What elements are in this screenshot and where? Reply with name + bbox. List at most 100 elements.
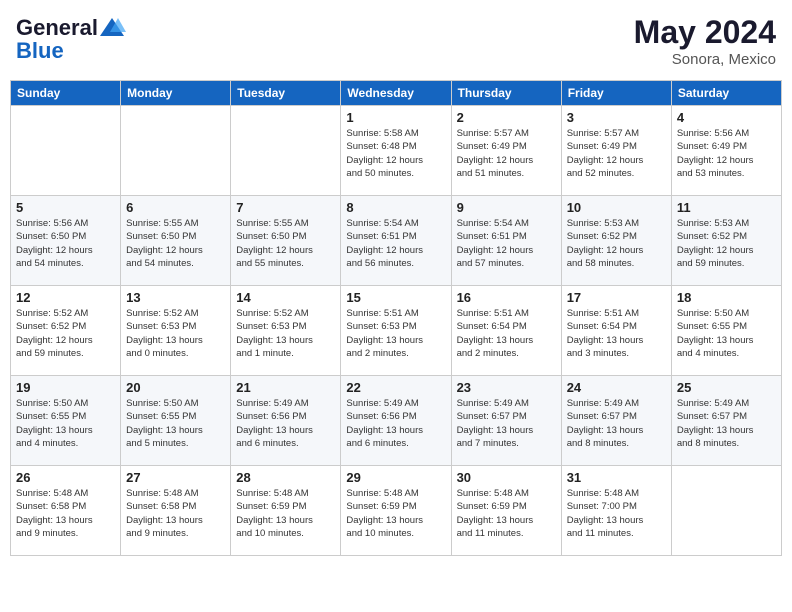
day-number: 3 [567, 110, 666, 125]
col-header-friday: Friday [561, 81, 671, 106]
calendar-cell [231, 106, 341, 196]
day-number: 19 [16, 380, 115, 395]
logo-icon [98, 14, 126, 42]
day-number: 31 [567, 470, 666, 485]
calendar-cell: 17 Sunrise: 5:51 AM Sunset: 6:54 PM Dayli… [561, 286, 671, 376]
calendar-cell: 16 Sunrise: 5:51 AM Sunset: 6:54 PM Dayli… [451, 286, 561, 376]
calendar-cell: 11 Sunrise: 5:53 AM Sunset: 6:52 PM Dayli… [671, 196, 781, 286]
calendar-cell: 30Sunrise: 5:48 AM Sunset: 6:59 PM Dayli… [451, 466, 561, 556]
day-info: Sunrise: 5:52 AM Sunset: 6:52 PM Dayligh… [16, 307, 115, 360]
calendar-cell: 13 Sunrise: 5:52 AM Sunset: 6:53 PM Dayli… [121, 286, 231, 376]
day-info: Sunrise: 5:48 AM Sunset: 6:59 PM Dayligh… [457, 487, 556, 540]
calendar-cell: 21Sunrise: 5:49 AM Sunset: 6:56 PM Dayli… [231, 376, 341, 466]
calendar-cell: 19 Sunrise: 5:50 AM Sunset: 6:55 PM Dayli… [11, 376, 121, 466]
day-info: Sunrise: 5:49 AM Sunset: 6:57 PM Dayligh… [677, 397, 776, 450]
day-info: Sunrise: 5:52 AM Sunset: 6:53 PM Dayligh… [236, 307, 335, 360]
day-number: 12 [16, 290, 115, 305]
page-header: General Blue May 2024 Sonora, Mexico [10, 10, 782, 72]
day-info: Sunrise: 5:50 AM Sunset: 6:55 PM Dayligh… [16, 397, 115, 450]
day-info: Sunrise: 5:48 AM Sunset: 6:59 PM Dayligh… [346, 487, 445, 540]
day-number: 11 [677, 200, 776, 215]
calendar-cell: 7 Sunrise: 5:55 AM Sunset: 6:50 PM Daylig… [231, 196, 341, 286]
day-info: Sunrise: 5:57 AM Sunset: 6:49 PM Dayligh… [457, 127, 556, 180]
col-header-wednesday: Wednesday [341, 81, 451, 106]
calendar-cell: 12 Sunrise: 5:52 AM Sunset: 6:52 PM Dayli… [11, 286, 121, 376]
calendar-cell: 18Sunrise: 5:50 AM Sunset: 6:55 PM Dayli… [671, 286, 781, 376]
day-info: Sunrise: 5:54 AM Sunset: 6:51 PM Dayligh… [346, 217, 445, 270]
day-number: 6 [126, 200, 225, 215]
day-number: 5 [16, 200, 115, 215]
calendar-cell: 9Sunrise: 5:54 AM Sunset: 6:51 PM Daylig… [451, 196, 561, 286]
calendar-cell: 15 Sunrise: 5:51 AM Sunset: 6:53 PM Dayli… [341, 286, 451, 376]
day-number: 15 [346, 290, 445, 305]
day-info: Sunrise: 5:58 AM Sunset: 6:48 PM Dayligh… [346, 127, 445, 180]
calendar-cell [671, 466, 781, 556]
day-info: Sunrise: 5:55 AM Sunset: 6:50 PM Dayligh… [126, 217, 225, 270]
calendar-cell: 6 Sunrise: 5:55 AM Sunset: 6:50 PM Daylig… [121, 196, 231, 286]
day-info: Sunrise: 5:55 AM Sunset: 6:50 PM Dayligh… [236, 217, 335, 270]
day-info: Sunrise: 5:49 AM Sunset: 6:56 PM Dayligh… [236, 397, 335, 450]
day-number: 28 [236, 470, 335, 485]
calendar-cell: 10 Sunrise: 5:53 AM Sunset: 6:52 PM Dayli… [561, 196, 671, 286]
col-header-saturday: Saturday [671, 81, 781, 106]
calendar-cell: 14 Sunrise: 5:52 AM Sunset: 6:53 PM Dayli… [231, 286, 341, 376]
title-block: May 2024 Sonora, Mexico [634, 14, 776, 68]
calendar-week-row: 1 Sunrise: 5:58 AM Sunset: 6:48 PM Daylig… [11, 106, 782, 196]
day-info: Sunrise: 5:57 AM Sunset: 6:49 PM Dayligh… [567, 127, 666, 180]
day-info: Sunrise: 5:48 AM Sunset: 7:00 PM Dayligh… [567, 487, 666, 540]
calendar-cell: 29 Sunrise: 5:48 AM Sunset: 6:59 PM Dayli… [341, 466, 451, 556]
calendar-cell: 23Sunrise: 5:49 AM Sunset: 6:57 PM Dayli… [451, 376, 561, 466]
day-number: 16 [457, 290, 556, 305]
day-number: 17 [567, 290, 666, 305]
calendar-cell [121, 106, 231, 196]
day-number: 26 [16, 470, 115, 485]
calendar-week-row: 26 Sunrise: 5:48 AM Sunset: 6:58 PM Dayli… [11, 466, 782, 556]
calendar-week-row: 19 Sunrise: 5:50 AM Sunset: 6:55 PM Dayli… [11, 376, 782, 466]
day-number: 23 [457, 380, 556, 395]
day-info: Sunrise: 5:48 AM Sunset: 6:59 PM Dayligh… [236, 487, 335, 540]
day-number: 20 [126, 380, 225, 395]
col-header-monday: Monday [121, 81, 231, 106]
calendar-cell: 20 Sunrise: 5:50 AM Sunset: 6:55 PM Dayli… [121, 376, 231, 466]
day-number: 25 [677, 380, 776, 395]
day-number: 29 [346, 470, 445, 485]
col-header-tuesday: Tuesday [231, 81, 341, 106]
day-info: Sunrise: 5:48 AM Sunset: 6:58 PM Dayligh… [126, 487, 225, 540]
calendar-week-row: 5 Sunrise: 5:56 AM Sunset: 6:50 PM Daylig… [11, 196, 782, 286]
day-info: Sunrise: 5:53 AM Sunset: 6:52 PM Dayligh… [677, 217, 776, 270]
calendar-cell: 26 Sunrise: 5:48 AM Sunset: 6:58 PM Dayli… [11, 466, 121, 556]
day-number: 10 [567, 200, 666, 215]
location: Sonora, Mexico [634, 51, 776, 68]
calendar-cell: 2 Sunrise: 5:57 AM Sunset: 6:49 PM Daylig… [451, 106, 561, 196]
calendar-cell: 25 Sunrise: 5:49 AM Sunset: 6:57 PM Dayli… [671, 376, 781, 466]
calendar-cell: 4 Sunrise: 5:56 AM Sunset: 6:49 PM Daylig… [671, 106, 781, 196]
day-info: Sunrise: 5:53 AM Sunset: 6:52 PM Dayligh… [567, 217, 666, 270]
day-number: 2 [457, 110, 556, 125]
col-header-thursday: Thursday [451, 81, 561, 106]
day-number: 1 [346, 110, 445, 125]
day-number: 13 [126, 290, 225, 305]
day-info: Sunrise: 5:52 AM Sunset: 6:53 PM Dayligh… [126, 307, 225, 360]
day-number: 27 [126, 470, 225, 485]
calendar-table: SundayMondayTuesdayWednesdayThursdayFrid… [10, 80, 782, 556]
day-info: Sunrise: 5:48 AM Sunset: 6:58 PM Dayligh… [16, 487, 115, 540]
day-number: 4 [677, 110, 776, 125]
calendar-cell: 1 Sunrise: 5:58 AM Sunset: 6:48 PM Daylig… [341, 106, 451, 196]
day-number: 9 [457, 200, 556, 215]
day-info: Sunrise: 5:51 AM Sunset: 6:54 PM Dayligh… [567, 307, 666, 360]
day-info: Sunrise: 5:51 AM Sunset: 6:54 PM Dayligh… [457, 307, 556, 360]
day-info: Sunrise: 5:56 AM Sunset: 6:49 PM Dayligh… [677, 127, 776, 180]
calendar-header-row: SundayMondayTuesdayWednesdayThursdayFrid… [11, 81, 782, 106]
day-info: Sunrise: 5:50 AM Sunset: 6:55 PM Dayligh… [677, 307, 776, 360]
day-number: 24 [567, 380, 666, 395]
day-number: 14 [236, 290, 335, 305]
day-info: Sunrise: 5:50 AM Sunset: 6:55 PM Dayligh… [126, 397, 225, 450]
day-info: Sunrise: 5:49 AM Sunset: 6:57 PM Dayligh… [567, 397, 666, 450]
day-number: 8 [346, 200, 445, 215]
day-info: Sunrise: 5:56 AM Sunset: 6:50 PM Dayligh… [16, 217, 115, 270]
calendar-cell: 3 Sunrise: 5:57 AM Sunset: 6:49 PM Daylig… [561, 106, 671, 196]
day-info: Sunrise: 5:49 AM Sunset: 6:56 PM Dayligh… [346, 397, 445, 450]
day-number: 7 [236, 200, 335, 215]
day-info: Sunrise: 5:51 AM Sunset: 6:53 PM Dayligh… [346, 307, 445, 360]
calendar-week-row: 12 Sunrise: 5:52 AM Sunset: 6:52 PM Dayli… [11, 286, 782, 376]
